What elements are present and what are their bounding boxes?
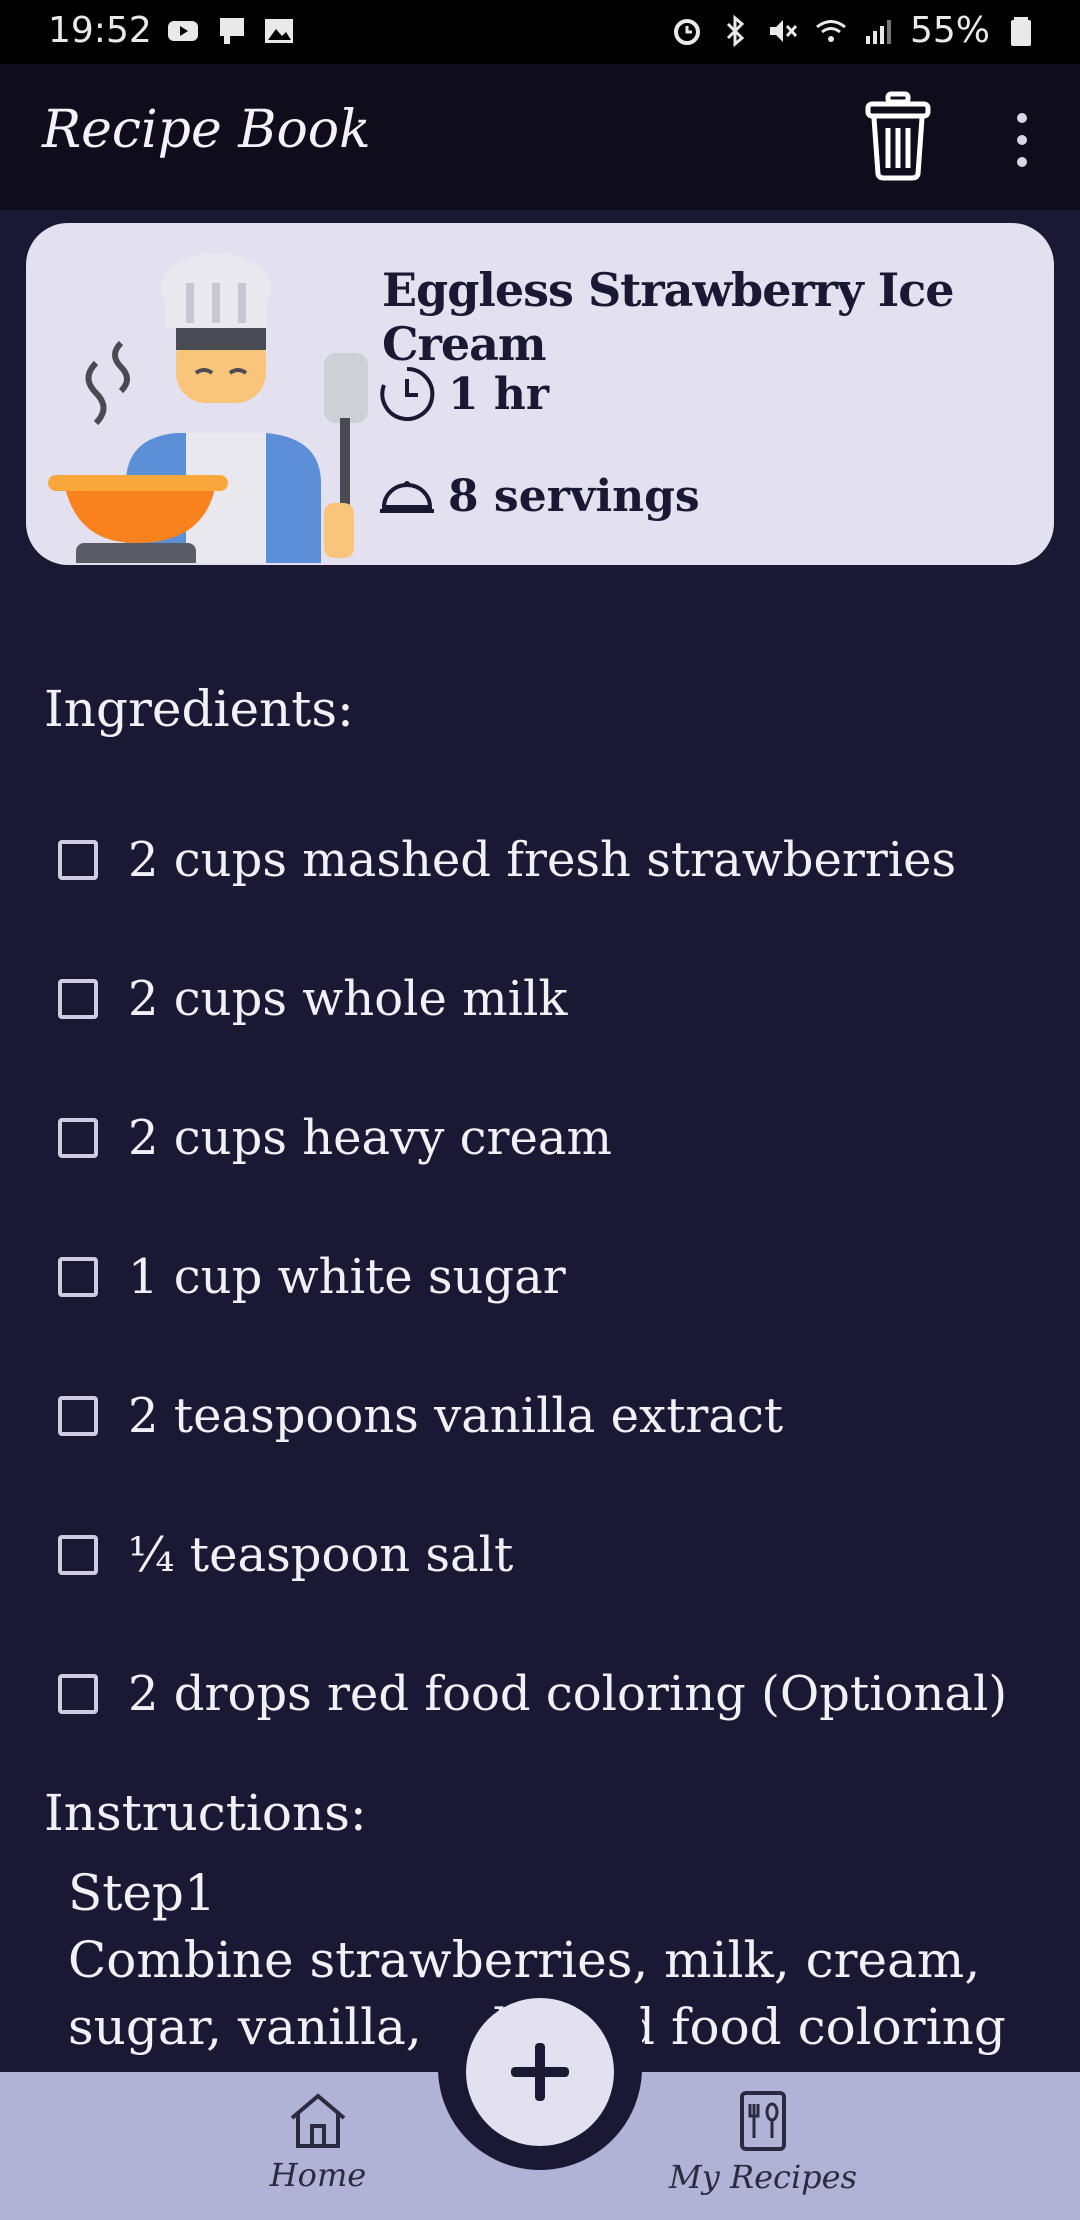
ingredient-checkbox[interactable] (58, 1395, 98, 1436)
image-icon (264, 18, 293, 43)
more-vert-icon[interactable] (1004, 110, 1040, 170)
nav-home[interactable]: Home (262, 2090, 374, 2194)
mute-icon (769, 19, 798, 42)
recipe-time-text: 1 hr (448, 368, 550, 420)
nav-my-recipes-label: My Recipes (668, 2158, 858, 2196)
ingredients-heading: Ingredients: (44, 680, 354, 738)
alarm-icon (673, 18, 700, 45)
ingredient-checkbox[interactable] (58, 1534, 98, 1575)
recipe-servings: 8 servings (378, 471, 700, 522)
ingredient-checkbox[interactable] (58, 839, 98, 880)
recipe-book-icon (740, 2091, 786, 2151)
app-title: Recipe Book (42, 100, 371, 160)
app-bar: Recipe Book (0, 64, 1080, 210)
status-bar: 19:52 55% (0, 0, 1080, 64)
ingredient-text: 2 drops red food coloring (Optional) (128, 1665, 1008, 1722)
nav-my-recipes[interactable]: My Recipes (668, 2090, 858, 2196)
add-recipe-button[interactable] (466, 1998, 614, 2146)
ingredient-checkbox[interactable] (58, 978, 98, 1019)
signal-icon (865, 19, 891, 44)
ingredient-item[interactable]: 2 teaspoons vanilla extract (58, 1346, 1058, 1485)
ingredients-list: 2 cups mashed fresh strawberries 2 cups … (58, 790, 1058, 1763)
instructions-heading: Instructions: (44, 1784, 367, 1842)
bluetooth-icon (726, 14, 745, 47)
battery-percent: 55% (909, 10, 990, 51)
ingredient-item[interactable]: 2 cups whole milk (58, 929, 1058, 1068)
cloche-icon (380, 480, 434, 513)
ingredient-text: 2 cups mashed fresh strawberries (128, 831, 957, 888)
step-title: Step1 (68, 1864, 216, 1922)
home-icon (290, 2093, 346, 2148)
nav-home-label: Home (269, 2156, 367, 2194)
ingredient-text: 2 cups whole milk (128, 970, 568, 1027)
clock-icon (380, 366, 435, 421)
plus-icon (511, 2043, 569, 2101)
battery-icon (1011, 16, 1031, 46)
ingredient-checkbox[interactable] (58, 1256, 98, 1297)
youtube-icon (167, 20, 198, 41)
cast-icon (219, 17, 244, 44)
ingredient-text: ¼ teaspoon salt (128, 1526, 514, 1583)
ingredient-item[interactable]: 2 cups mashed fresh strawberries (58, 790, 1058, 929)
ingredient-item[interactable]: 1 cup white sugar (58, 1207, 1058, 1346)
recipe-title: Eggless Strawberry Ice Cream (382, 263, 955, 371)
recipe-card[interactable]: Eggless Strawberry Ice Cream 1 hr 8 serv… (26, 223, 1054, 565)
recipe-time: 1 hr (378, 365, 549, 423)
ingredient-text: 2 teaspoons vanilla extract (128, 1387, 784, 1444)
status-time: 19:52 (48, 10, 152, 51)
recipe-servings-text: 8 servings (448, 471, 700, 522)
ingredient-text: 2 cups heavy cream (128, 1109, 613, 1166)
ingredient-item[interactable]: 2 cups heavy cream (58, 1068, 1058, 1207)
chef-icon (48, 253, 368, 563)
wifi-icon (816, 19, 846, 42)
ingredient-checkbox[interactable] (58, 1673, 98, 1714)
ingredient-item[interactable]: ¼ teaspoon salt (58, 1485, 1058, 1624)
ingredient-text: 1 cup white sugar (128, 1248, 566, 1305)
ingredient-item[interactable]: 2 drops red food coloring (Optional) (58, 1624, 1058, 1763)
ingredient-checkbox[interactable] (58, 1117, 98, 1158)
trash-icon[interactable] (862, 90, 934, 182)
